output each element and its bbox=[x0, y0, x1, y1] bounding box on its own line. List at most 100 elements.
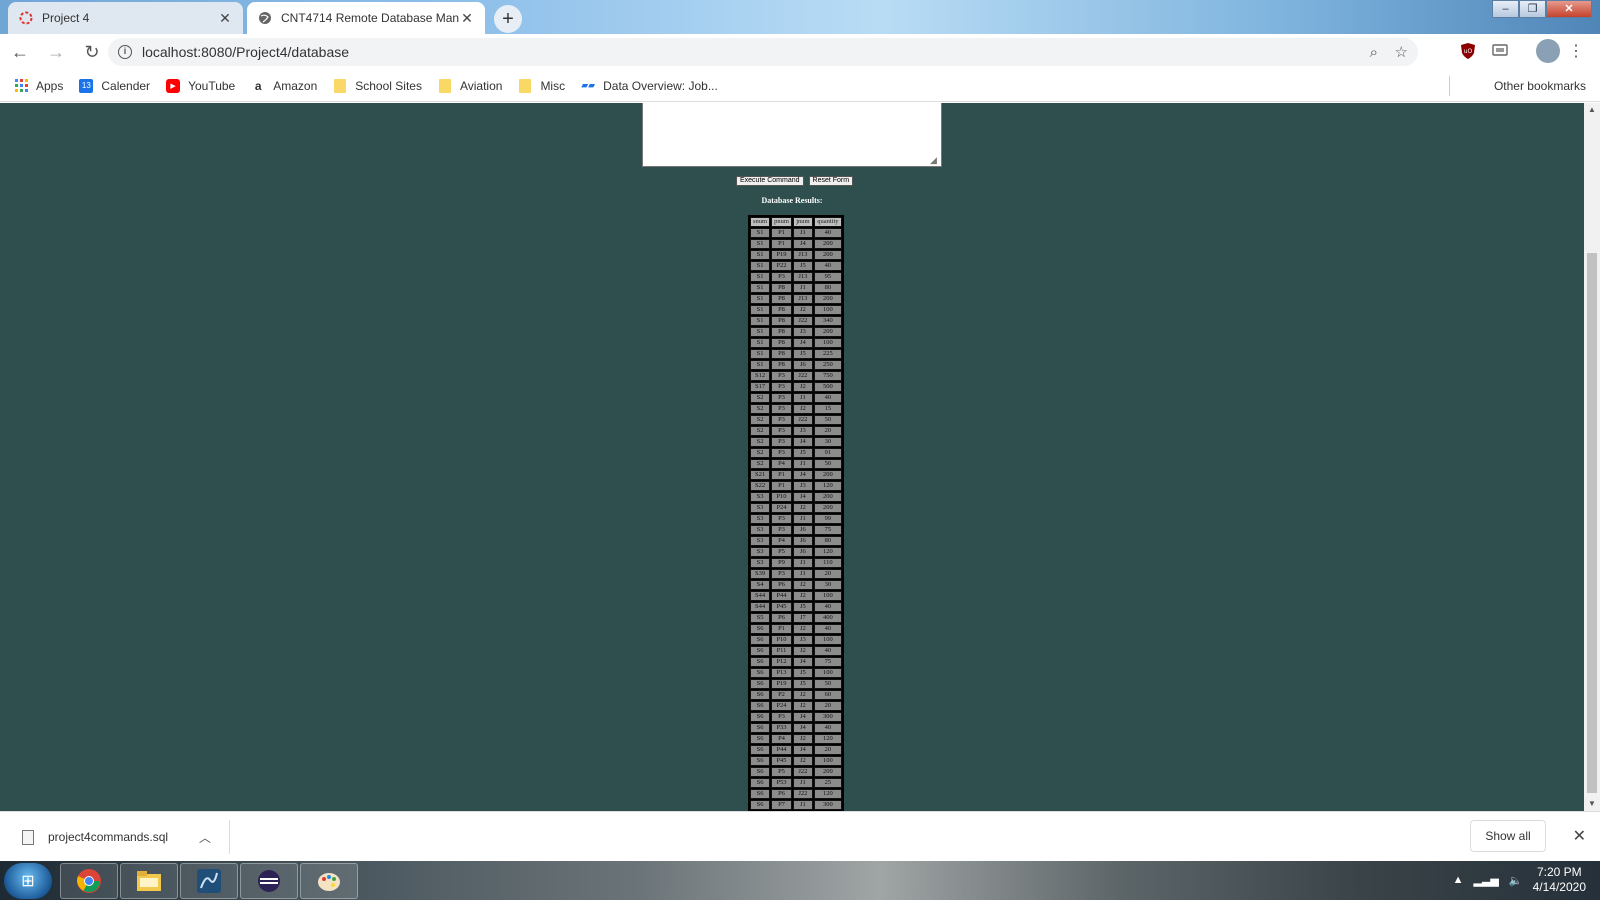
bookmarks-bar: Apps 13 Calender ▶ YouTube a Amazon Scho… bbox=[0, 70, 1600, 102]
reload-icon[interactable]: ↻ bbox=[76, 36, 108, 68]
table-cell-quantity: 20 bbox=[813, 701, 842, 711]
url-text: localhost:8080/Project4/database bbox=[142, 44, 350, 60]
scroll-down-icon[interactable]: ▼ bbox=[1584, 797, 1600, 811]
table-cell-quantity: 100 bbox=[813, 305, 842, 315]
forward-arrow-icon[interactable]: → bbox=[40, 36, 72, 68]
download-item[interactable]: project4commands.sql ︿ bbox=[14, 820, 230, 854]
bookmark-youtube[interactable]: ▶ YouTube bbox=[166, 78, 236, 93]
minimize-icon[interactable]: – bbox=[1492, 0, 1519, 18]
clock[interactable]: 7:20 PM 4/14/2020 bbox=[1533, 865, 1586, 895]
table-cell-quantity: 80 bbox=[813, 536, 842, 546]
table-cell-quantity: 95 bbox=[813, 272, 842, 282]
table-cell-pnum: P3 bbox=[771, 426, 792, 436]
tab-remote-database[interactable]: CNT4714 Remote Database Man ✕ bbox=[247, 2, 485, 34]
show-hidden-icons-icon[interactable]: ▲ bbox=[1453, 874, 1464, 886]
chrome-icon[interactable] bbox=[60, 863, 118, 899]
bookmark-label: Aviation bbox=[459, 78, 503, 93]
bookmarks-separator bbox=[1449, 76, 1450, 96]
table-cell-pnum: P11 bbox=[771, 646, 792, 656]
bookmark-other[interactable]: Other bookmarks bbox=[1486, 79, 1586, 93]
bookmark-aviation[interactable]: Aviation bbox=[438, 78, 503, 93]
bookmark-amazon[interactable]: a Amazon bbox=[251, 79, 317, 93]
table-cell-snum: S6 bbox=[750, 756, 771, 766]
table-cell-quantity: 20 bbox=[813, 569, 842, 579]
eclipse-icon[interactable] bbox=[240, 863, 298, 899]
bookmark-label: Apps bbox=[36, 78, 64, 93]
scrollbar-thumb[interactable] bbox=[1587, 253, 1597, 793]
table-cell-snum: S1 bbox=[750, 272, 771, 282]
file-explorer-icon[interactable] bbox=[120, 863, 178, 899]
table-cell-jnum: J22 bbox=[792, 415, 813, 425]
close-tab-icon[interactable]: ✕ bbox=[217, 10, 233, 27]
bookmark-misc[interactable]: Misc bbox=[518, 78, 565, 93]
show-all-button[interactable]: Show all bbox=[1470, 820, 1546, 852]
tab-project4[interactable]: Project 4 ✕ bbox=[8, 2, 243, 34]
browser-toolbar: ← → ↻ i localhost:8080/Project4/database… bbox=[0, 34, 1600, 70]
bookmark-school-sites[interactable]: School Sites bbox=[333, 78, 422, 93]
table-cell-jnum: J2 bbox=[792, 646, 813, 656]
reset-form-button[interactable]: Reset Form bbox=[808, 176, 854, 186]
table-cell-snum: S1 bbox=[750, 349, 771, 359]
scroll-up-icon[interactable]: ▲ bbox=[1584, 103, 1600, 117]
zoom-icon[interactable]: ⌕ bbox=[1370, 44, 1378, 61]
table-row: S6 P6 J22 120 bbox=[750, 789, 842, 799]
maximize-icon[interactable]: ❐ bbox=[1519, 0, 1546, 18]
table-row: S1 P8 J1 80 bbox=[750, 283, 842, 293]
column-header-jnum: jnum bbox=[792, 217, 813, 227]
menu-kebab-icon[interactable]: ⋮ bbox=[1566, 41, 1586, 61]
bookmark-apps[interactable]: Apps bbox=[14, 79, 63, 93]
bookmark-label: Data Overview: Job... bbox=[603, 78, 718, 93]
back-arrow-icon[interactable]: ← bbox=[4, 36, 36, 68]
table-cell-jnum: J5 bbox=[792, 679, 813, 689]
close-tab-icon[interactable]: ✕ bbox=[459, 10, 475, 27]
table-row: S1 P8 J13 200 bbox=[750, 294, 842, 304]
mysql-workbench-icon[interactable] bbox=[180, 863, 238, 899]
chevron-up-icon[interactable]: ︿ bbox=[199, 829, 211, 846]
table-row: S6 P13 J5 100 bbox=[750, 668, 842, 678]
bookmark-star-icon[interactable]: ☆ bbox=[1395, 43, 1408, 61]
table-row: S1 P8 J3 200 bbox=[750, 327, 842, 337]
table-cell-snum: S1 bbox=[750, 316, 771, 326]
table-cell-snum: S6 bbox=[750, 778, 771, 788]
bookmark-calender[interactable]: 13 Calender bbox=[79, 78, 150, 93]
table-row: S6 P12 J4 75 bbox=[750, 657, 842, 667]
table-row: S5 P6 J7 400 bbox=[750, 613, 842, 623]
table-cell-pnum: P3 bbox=[771, 404, 792, 414]
table-cell-pnum: P3 bbox=[771, 569, 792, 579]
site-info-icon[interactable]: i bbox=[118, 45, 132, 59]
form-buttons: Execute Command Reset Form bbox=[736, 176, 854, 186]
table-row: S6 P5 J22 200 bbox=[750, 767, 842, 777]
bookmark-label: YouTube bbox=[188, 78, 236, 93]
table-cell-pnum: P1 bbox=[771, 228, 792, 238]
volume-icon[interactable]: 🔈 bbox=[1509, 874, 1523, 887]
table-row: S1 P1 J1 40 bbox=[750, 228, 842, 238]
paint-icon[interactable] bbox=[300, 863, 358, 899]
close-window-icon[interactable]: ✕ bbox=[1546, 0, 1592, 18]
sql-command-textarea[interactable] bbox=[642, 103, 942, 167]
profile-avatar[interactable] bbox=[1536, 39, 1560, 63]
ublock-icon[interactable]: uO bbox=[1458, 41, 1478, 61]
textarea-resize-handle[interactable]: ◢ bbox=[930, 155, 940, 165]
table-cell-quantity: 80 bbox=[813, 283, 842, 293]
table-cell-quantity: 91 bbox=[813, 448, 842, 458]
new-tab-button[interactable]: + bbox=[494, 5, 522, 33]
apps-grid-icon bbox=[14, 79, 28, 93]
start-button[interactable]: ⊞ bbox=[4, 863, 52, 899]
table-cell-pnum: P1 bbox=[771, 239, 792, 249]
table-row: S1 P19 J13 200 bbox=[750, 250, 842, 260]
table-cell-snum: S6 bbox=[750, 690, 771, 700]
table-cell-pnum: P3 bbox=[771, 272, 792, 282]
cast-icon[interactable] bbox=[1490, 41, 1510, 61]
bookmark-data-overview[interactable]: ▰▰ Data Overview: Job... bbox=[581, 79, 718, 93]
table-row: S3 P3 J6 75 bbox=[750, 525, 842, 535]
table-cell-jnum: J4 bbox=[792, 712, 813, 722]
network-signal-icon[interactable]: ▂▃▅ bbox=[1474, 874, 1499, 887]
close-icon[interactable]: ✕ bbox=[1573, 826, 1586, 846]
page-scrollbar[interactable]: ▲ ▼ bbox=[1584, 103, 1600, 811]
table-cell-jnum: J2 bbox=[792, 382, 813, 392]
table-cell-jnum: J7 bbox=[792, 613, 813, 623]
table-row: S1 P8 J5 225 bbox=[750, 349, 842, 359]
table-cell-pnum: P22 bbox=[771, 261, 792, 271]
address-bar[interactable]: i localhost:8080/Project4/database ⌕ ☆ bbox=[108, 38, 1418, 66]
execute-command-button[interactable]: Execute Command bbox=[736, 176, 804, 186]
